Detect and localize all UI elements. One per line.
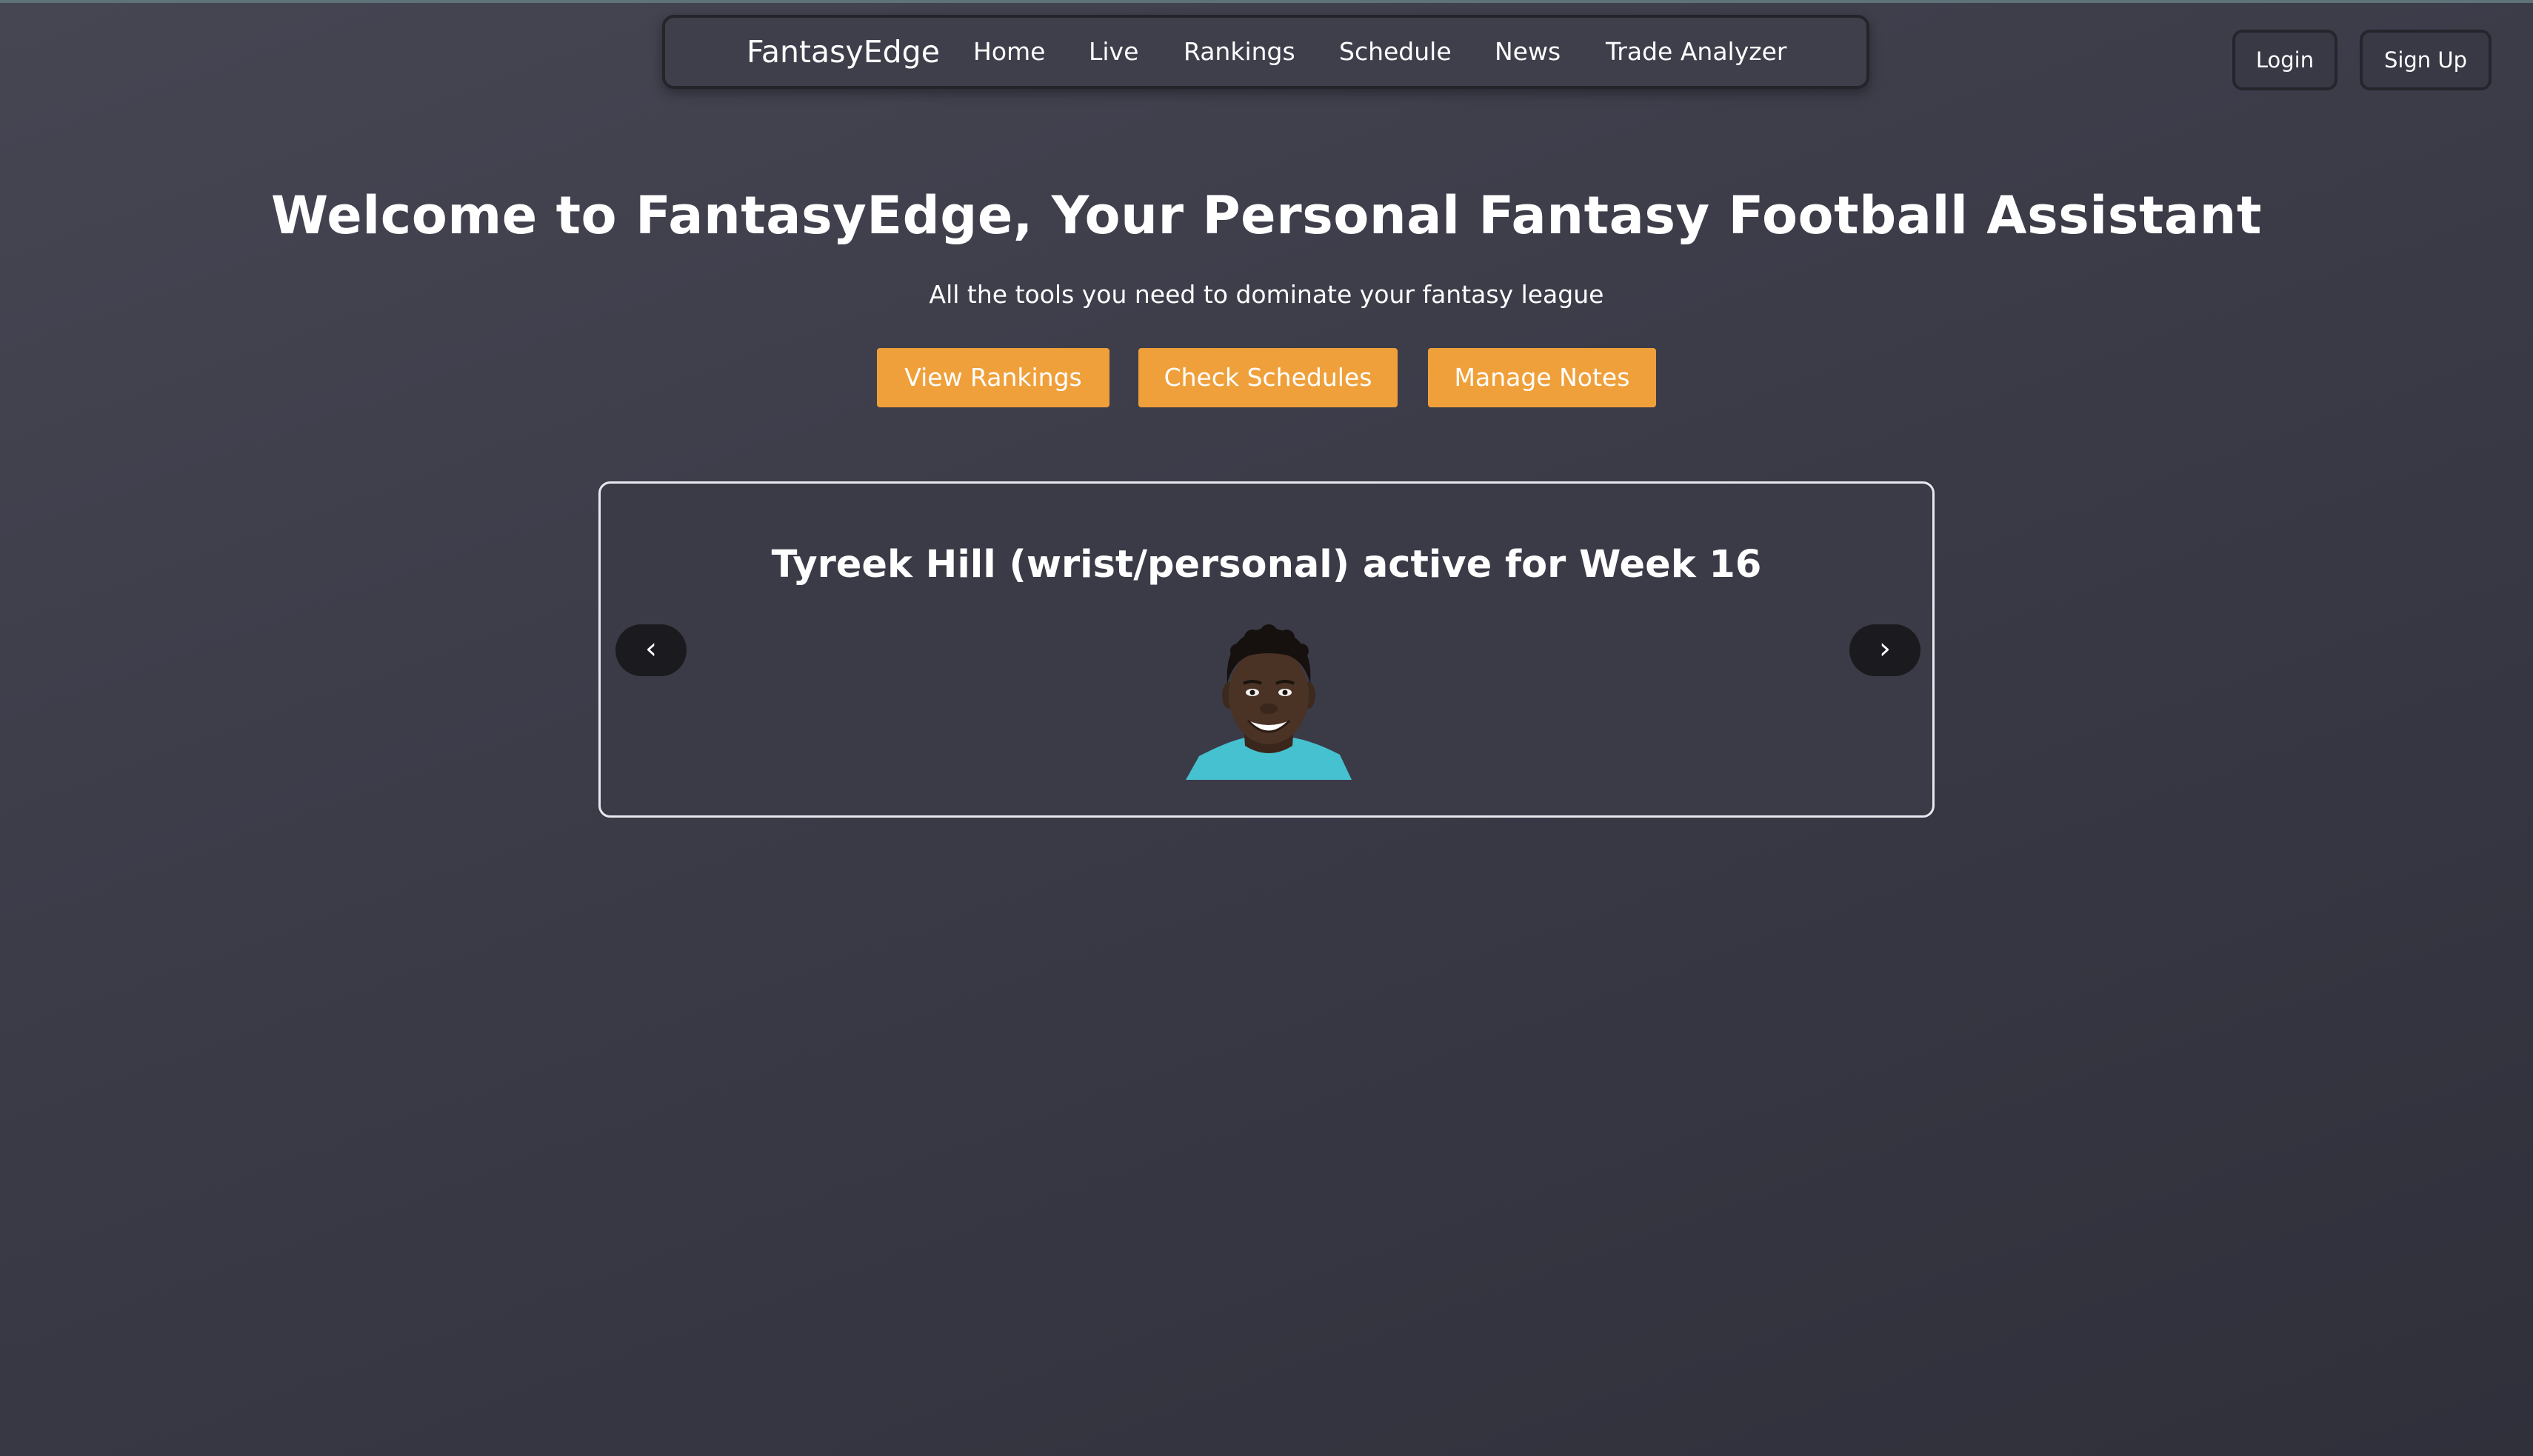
login-button[interactable]: Login xyxy=(2232,30,2337,90)
chevron-left-icon: ‹ xyxy=(645,632,657,666)
hero-subtitle: All the tools you need to dominate your … xyxy=(929,280,1604,309)
nav-link-schedule[interactable]: Schedule xyxy=(1339,18,1452,86)
nav-link-trade-analyzer[interactable]: Trade Analyzer xyxy=(1606,18,1786,86)
player-headshot-image xyxy=(1186,624,1352,780)
nav-link-live[interactable]: Live xyxy=(1089,18,1138,86)
news-carousel: Tyreek Hill (wrist/personal) active for … xyxy=(598,481,1935,818)
hero-title: Welcome to FantasyEdge, Your Personal Fa… xyxy=(271,185,2262,246)
check-schedules-button[interactable]: Check Schedules xyxy=(1138,348,1398,407)
window-top-border xyxy=(0,0,2533,3)
carousel-next-button[interactable]: › xyxy=(1849,624,1920,676)
manage-notes-button[interactable]: Manage Notes xyxy=(1428,348,1656,407)
main-navigation: FantasyEdge Home Live Rankings Schedule … xyxy=(662,15,1869,89)
nav-link-rankings[interactable]: Rankings xyxy=(1184,18,1295,86)
view-rankings-button[interactable]: View Rankings xyxy=(877,348,1109,407)
signup-button[interactable]: Sign Up xyxy=(2360,30,2492,90)
chevron-right-icon: › xyxy=(1879,632,1891,666)
brand-logo[interactable]: FantasyEdge xyxy=(747,18,940,86)
nav-link-home[interactable]: Home xyxy=(973,18,1045,86)
nav-link-news[interactable]: News xyxy=(1495,18,1561,86)
carousel-prev-button[interactable]: ‹ xyxy=(615,624,687,676)
news-headline: Tyreek Hill (wrist/personal) active for … xyxy=(771,543,1762,587)
